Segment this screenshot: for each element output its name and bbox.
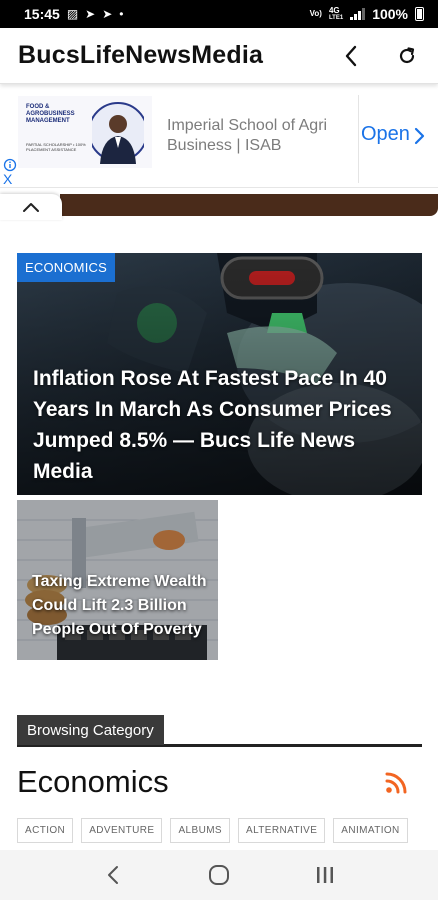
nav-recents-icon: [317, 867, 333, 883]
network-sub: LTE1: [328, 15, 344, 21]
ad-close-button[interactable]: X: [3, 172, 12, 186]
browsing-category-label: Browsing Category: [17, 715, 164, 745]
volte-label: Vo): [309, 9, 322, 18]
tag-alternative[interactable]: ALTERNATIVE: [238, 818, 326, 843]
ad-divider: [358, 95, 359, 183]
chevron-left-icon: [345, 45, 357, 66]
featured-title[interactable]: Inflation Rose At Fastest Pace In 40 Yea…: [33, 363, 409, 487]
secondary-article[interactable]: Taxing Extreme Wealth Could Lift 2.3 Bil…: [17, 500, 218, 660]
ad-info-icon[interactable]: [3, 158, 17, 172]
app-header: BucsLifeNewsMedia: [0, 28, 438, 84]
nav-home-button[interactable]: [199, 855, 239, 895]
refresh-button[interactable]: [394, 43, 420, 69]
chevron-right-icon[interactable]: [414, 127, 426, 145]
secondary-title[interactable]: Taxing Extreme Wealth Could Lift 2.3 Bil…: [32, 570, 212, 650]
telegram-icon: ➤: [102, 7, 113, 21]
nav-recents-button[interactable]: [305, 855, 345, 895]
category-badge[interactable]: ECONOMICS: [17, 253, 115, 282]
nav-back-icon: [108, 866, 118, 884]
ad-open-button[interactable]: Open: [361, 123, 410, 146]
status-time: 15:45: [24, 6, 60, 22]
category-title: Economics: [17, 764, 169, 799]
battery-percent: 100%: [372, 6, 408, 22]
ad-advertiser-text[interactable]: Imperial School of Agri Business | ISAB: [167, 116, 347, 156]
signal-icon: [350, 8, 366, 20]
tag-animation[interactable]: ANIMATION: [333, 818, 408, 843]
nav-back-button[interactable]: [93, 855, 133, 895]
featured-article[interactable]: ECONOMICS Inflation Rose At Fastest Pace…: [17, 253, 422, 495]
tag-adventure[interactable]: ADVENTURE: [81, 818, 163, 843]
collapse-bar: [0, 194, 438, 220]
nav-home-icon: [209, 865, 229, 885]
rss-icon[interactable]: [385, 772, 407, 794]
network-type: 4G: [328, 6, 340, 15]
telegram-icon: ➤: [85, 7, 96, 21]
back-button[interactable]: [338, 43, 364, 69]
tag-action[interactable]: ACTION: [17, 818, 74, 843]
tag-albums[interactable]: ALBUMS: [170, 818, 230, 843]
dot-icon: •: [119, 7, 124, 21]
image-icon: ▨: [66, 7, 79, 21]
browsing-category-bar: Browsing Category: [17, 715, 422, 747]
app-title: BucsLifeNewsMedia: [18, 41, 264, 69]
advertiser-portrait: [92, 102, 144, 164]
ad-image-heading: FOOD & AGROBUSINESS MANAGEMENT: [26, 104, 75, 124]
refresh-icon: [399, 46, 415, 63]
battery-icon: [415, 7, 424, 21]
ad-image-sub: PARTIAL SCHOLARSHIP • 100% PLACEMENT ASS…: [26, 142, 86, 152]
system-nav-bar: [0, 850, 438, 900]
ad-image[interactable]: FOOD & AGROBUSINESS MANAGEMENT PARTIAL S…: [18, 96, 152, 168]
tag-list: ACTION ADVENTURE ALBUMS ALTERNATIVE ANIM…: [17, 818, 437, 843]
status-bar: 15:45 ▨ ➤ ➤ • Vo) 4G LTE1 100%: [0, 0, 438, 28]
collapse-ad-button[interactable]: [0, 194, 62, 220]
chevron-up-icon: [23, 203, 39, 212]
